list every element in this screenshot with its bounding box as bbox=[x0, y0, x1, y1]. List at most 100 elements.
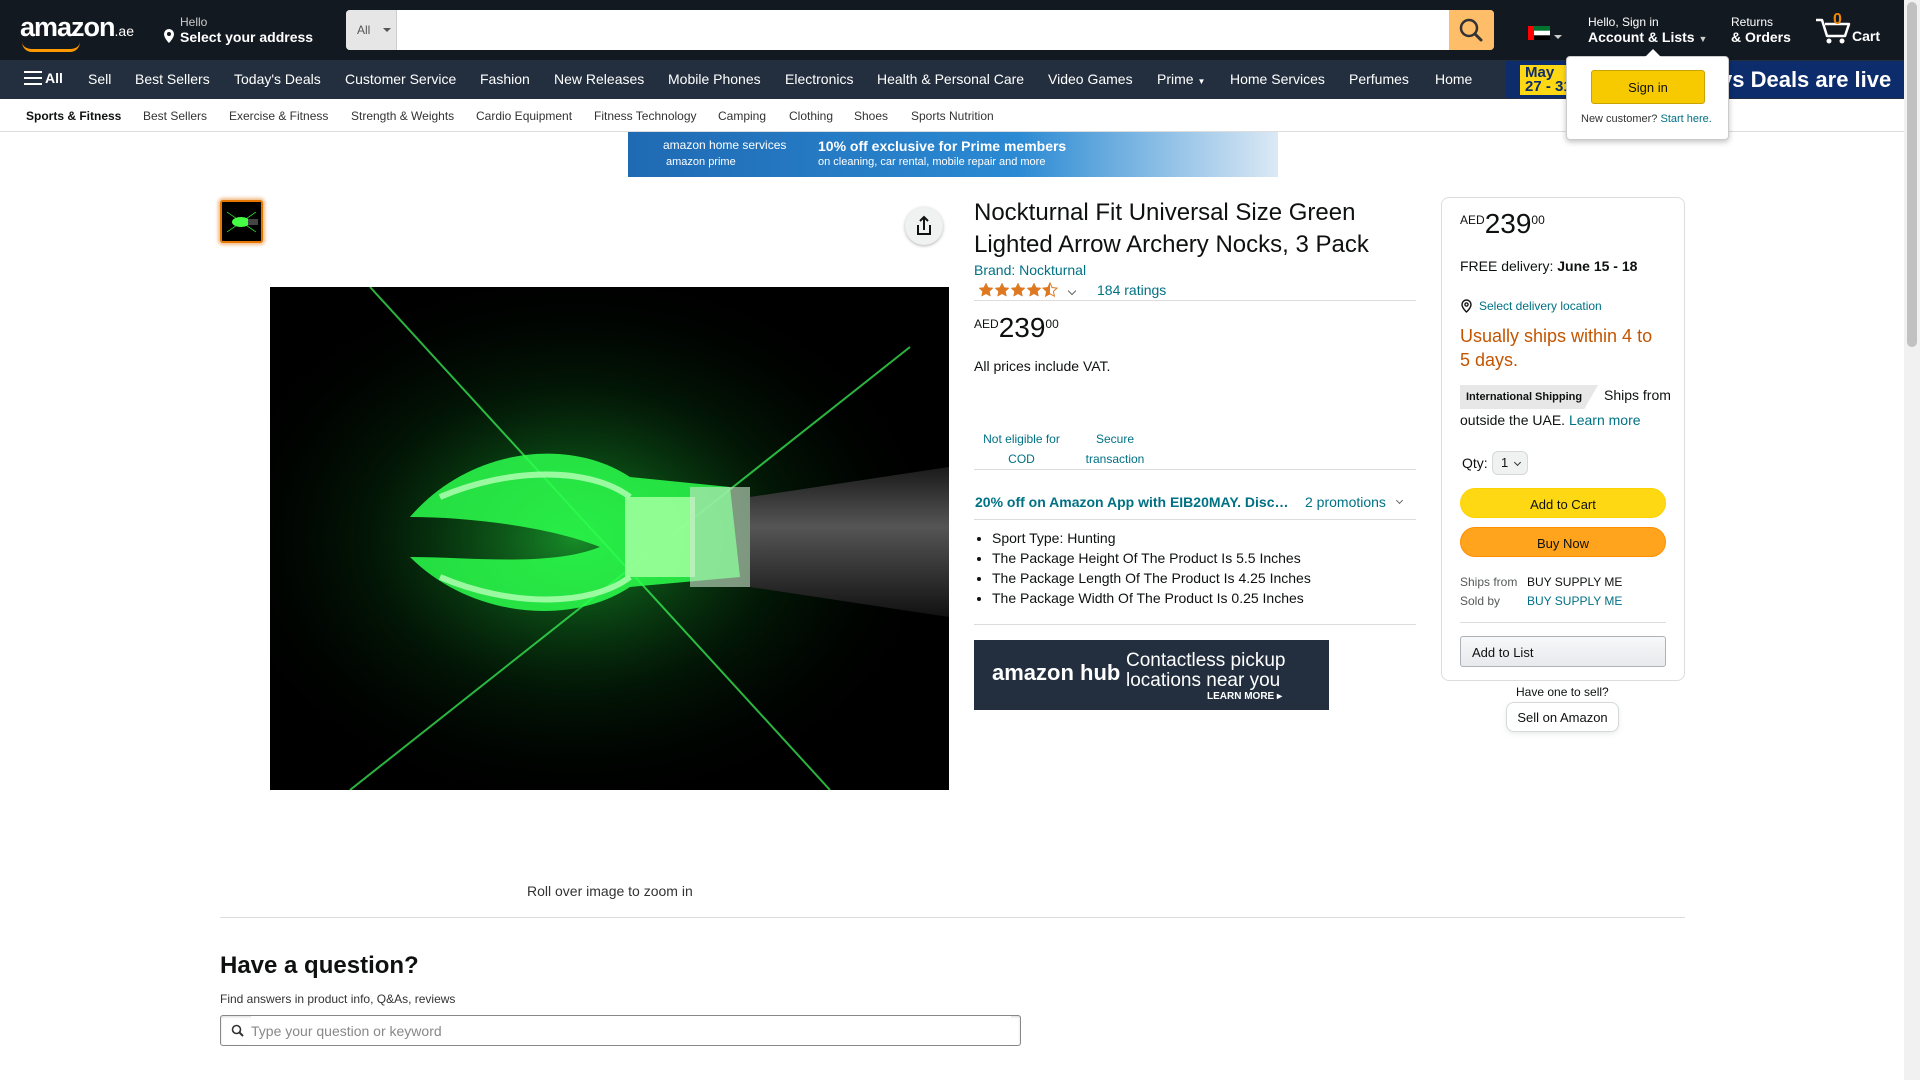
cart-button[interactable]: 0 Cart bbox=[1814, 10, 1886, 50]
select-location-link[interactable]: Select delivery location bbox=[1479, 299, 1602, 313]
nav-electronics[interactable]: Electronics bbox=[785, 71, 853, 87]
account-hello: Hello, Sign in bbox=[1588, 15, 1659, 29]
quantity-select[interactable]: 1 bbox=[1492, 451, 1528, 475]
prime-home-services-banner[interactable]: amazon home services amazon prime 10% of… bbox=[628, 132, 1278, 177]
badge-not-cod[interactable]: Not eligible for COD bbox=[974, 429, 1069, 469]
divider bbox=[974, 469, 1416, 470]
nav-health[interactable]: Health & Personal Care bbox=[877, 71, 1024, 87]
subnav-sports-fitness[interactable]: Sports & Fitness bbox=[26, 109, 121, 123]
location-pin-icon bbox=[164, 29, 174, 43]
chevron-down-icon bbox=[1513, 458, 1522, 467]
hub-learn-more: LEARN MORE ▸ bbox=[1207, 691, 1283, 702]
returns-label: Returns bbox=[1731, 15, 1774, 29]
nav-video-games[interactable]: Video Games bbox=[1048, 71, 1133, 87]
ratings-count-link[interactable]: 184 ratings bbox=[1097, 282, 1166, 298]
divider bbox=[974, 300, 1416, 301]
nav-todays-deals[interactable]: Today's Deals bbox=[234, 71, 321, 87]
stars-icon bbox=[978, 281, 1059, 298]
subnav-best-sellers[interactable]: Best Sellers bbox=[143, 109, 207, 123]
search-category-dropdown[interactable]: All bbox=[346, 10, 397, 50]
nav-perfumes[interactable]: Perfumes bbox=[1349, 71, 1409, 87]
divider bbox=[1460, 622, 1666, 623]
buybox-price: AED23900 bbox=[1460, 208, 1545, 239]
stock-status: Usually ships within 4 to 5 days. bbox=[1460, 326, 1653, 370]
sign-in-button[interactable]: Sign in bbox=[1591, 70, 1705, 104]
chevron-down-icon[interactable] bbox=[1067, 286, 1077, 296]
nav-prime[interactable]: Prime ▼ bbox=[1157, 71, 1205, 87]
vat-note: All prices include VAT. bbox=[974, 358, 1111, 374]
subnav-camping[interactable]: Camping bbox=[718, 109, 766, 123]
nav-sell[interactable]: Sell bbox=[88, 71, 111, 87]
account-lists-label: Account & Lists bbox=[1588, 29, 1695, 45]
search-button[interactable] bbox=[1449, 10, 1494, 50]
international-shipping-tag: International Shipping bbox=[1460, 385, 1599, 409]
amazon-hub-ad[interactable]: amazon hub Contactless pickup locations … bbox=[974, 640, 1329, 710]
nav-best-sellers[interactable]: Best Sellers bbox=[135, 71, 210, 87]
brand-link[interactable]: Brand: Nockturnal bbox=[974, 262, 1086, 278]
promotion-link[interactable]: 20% off on Amazon App with EIB20MAY. Dis… bbox=[975, 494, 1295, 510]
qa-title: Have a question? bbox=[220, 952, 419, 979]
all-menu-button[interactable]: All bbox=[24, 70, 63, 86]
chevron-down-icon bbox=[383, 28, 391, 32]
hub-logo: amazon hub bbox=[992, 660, 1121, 685]
zoom-hint: Roll over image to zoom in bbox=[527, 883, 693, 899]
chevron-down-icon[interactable] bbox=[1395, 496, 1404, 505]
qa-search-box bbox=[220, 1015, 1021, 1046]
learn-more-link[interactable]: Learn more bbox=[1569, 412, 1641, 428]
sold-by-link[interactable]: BUY SUPPLY ME bbox=[1527, 594, 1622, 608]
new-customer-text: New customer? Start here. bbox=[1581, 113, 1712, 125]
nav-mobile-phones[interactable]: Mobile Phones bbox=[668, 71, 761, 87]
product-thumbnail[interactable] bbox=[220, 200, 263, 243]
delivery-info: FREE delivery: June 15 - 18 bbox=[1460, 258, 1638, 274]
scrollbar-thumb[interactable] bbox=[1907, 2, 1917, 347]
search-input[interactable] bbox=[398, 10, 1440, 50]
share-button[interactable] bbox=[905, 207, 943, 245]
subnav-cardio[interactable]: Cardio Equipment bbox=[476, 109, 572, 123]
hub-line1: Contactless pickup bbox=[1126, 650, 1286, 671]
subnav-fitness-tech[interactable]: Fitness Technology bbox=[594, 109, 697, 123]
sign-in-flyout: Sign in New customer? Start here. bbox=[1566, 49, 1729, 140]
cart-label: Cart bbox=[1852, 28, 1881, 44]
qty-value: 1 bbox=[1501, 455, 1509, 470]
address-hello: Hello bbox=[180, 15, 208, 29]
international-shipping: International Shipping Ships from outsid… bbox=[1460, 384, 1672, 431]
select-delivery-location[interactable]: Select delivery location bbox=[1460, 299, 1602, 313]
qa-subtitle: Find answers in product info, Q&As, revi… bbox=[220, 992, 456, 1006]
sell-on-amazon-button[interactable]: Sell on Amazon bbox=[1506, 702, 1619, 732]
amazon-logo[interactable]: amazon.ae bbox=[20, 12, 134, 52]
delivery-address[interactable]: Hello Select your address bbox=[160, 15, 313, 45]
badge-secure-transaction[interactable]: Secure transaction bbox=[1080, 429, 1150, 469]
subnav-exercise-fitness[interactable]: Exercise & Fitness bbox=[229, 109, 328, 123]
page-scrollbar[interactable] bbox=[1904, 0, 1920, 1080]
returns-orders-link[interactable]: Returns & Orders bbox=[1731, 15, 1791, 45]
product-title: Nockturnal Fit Universal Size Green Ligh… bbox=[974, 199, 1369, 258]
uae-flag-icon[interactable] bbox=[1528, 26, 1550, 40]
nav-home[interactable]: Home bbox=[1435, 71, 1472, 87]
nav-home-services[interactable]: Home Services bbox=[1230, 71, 1325, 87]
subnav-shoes[interactable]: Shoes bbox=[854, 109, 888, 123]
add-to-list-button[interactable]: Add to List bbox=[1460, 636, 1666, 667]
share-icon bbox=[917, 215, 931, 235]
subnav-sports-nutrition[interactable]: Sports Nutrition bbox=[911, 109, 994, 123]
nav-fashion[interactable]: Fashion bbox=[480, 71, 530, 87]
buy-now-button[interactable]: Buy Now bbox=[1460, 527, 1666, 557]
qa-search-input[interactable] bbox=[251, 1016, 1011, 1045]
nav-new-releases[interactable]: New Releases bbox=[554, 71, 644, 87]
account-lists-menu[interactable]: Hello, Sign in Account & Lists ▼ bbox=[1588, 15, 1707, 45]
nav-customer-service[interactable]: Customer Service bbox=[345, 71, 456, 87]
start-here-link[interactable]: Start here. bbox=[1660, 113, 1711, 125]
product-main-image[interactable] bbox=[270, 287, 949, 790]
divider bbox=[974, 519, 1416, 520]
feature-bullet: The Package Height Of The Product Is 5.5… bbox=[992, 548, 1311, 568]
feature-bullets: Sport Type: Hunting The Package Height O… bbox=[992, 528, 1311, 608]
ships-from-value: BUY SUPPLY ME bbox=[1527, 575, 1623, 589]
subnav-clothing[interactable]: Clothing bbox=[789, 109, 833, 123]
subnav-strength-weights[interactable]: Strength & Weights bbox=[351, 109, 454, 123]
add-to-cart-button[interactable]: Add to Cart bbox=[1460, 488, 1666, 518]
search-icon bbox=[231, 1024, 244, 1037]
promotions-count-link[interactable]: 2 promotions bbox=[1305, 494, 1386, 510]
all-label: All bbox=[45, 70, 63, 86]
nav-prime-label: Prime bbox=[1157, 71, 1194, 87]
chevron-down-icon: ▼ bbox=[1698, 34, 1708, 44]
banner-brand-prime: amazon prime bbox=[666, 156, 736, 168]
